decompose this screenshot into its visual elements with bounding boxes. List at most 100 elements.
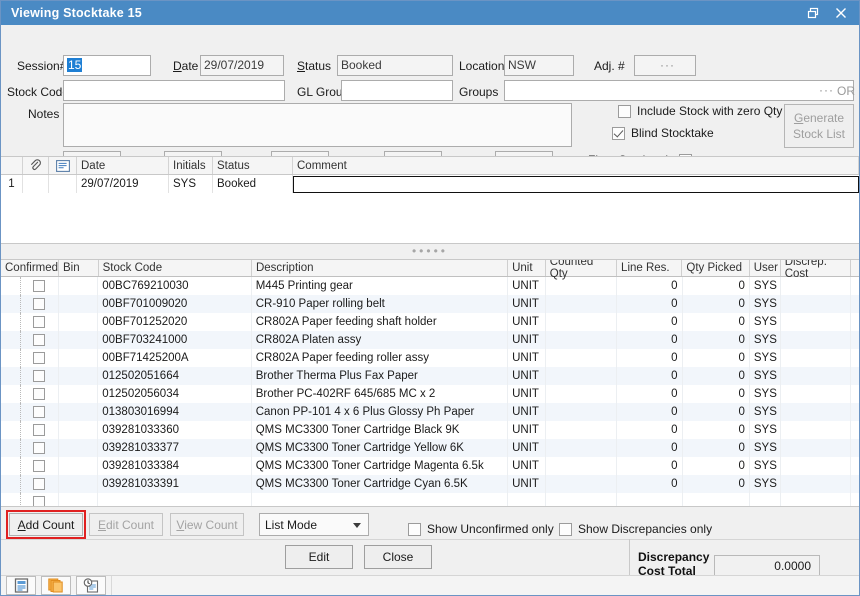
session-grid: Date Initials Status Comment 1 29/07/201… (1, 156, 859, 244)
mode-select[interactable]: List Mode (259, 513, 369, 536)
table-row[interactable] (1, 493, 859, 506)
table-row[interactable]: 012502056034Brother PC-402RF 645/685 MC … (1, 385, 859, 403)
copy-pages-icon[interactable] (41, 576, 71, 595)
table-row[interactable]: 012502051664Brother Therma Plus Fax Pape… (1, 367, 859, 385)
stock-code-input[interactable] (63, 80, 285, 101)
attachment-icon[interactable] (23, 157, 49, 174)
gl-group-input[interactable] (341, 80, 453, 101)
generate-stock-list-button[interactable]: Generate Stock List (784, 104, 854, 148)
row-drag-handle[interactable] (1, 349, 21, 367)
blind-stocktake-checkbox[interactable]: Blind Stocktake (612, 126, 714, 140)
note-icon[interactable] (49, 157, 77, 174)
session-col-date[interactable]: Date (77, 157, 169, 174)
add-count-label: Add Count (18, 518, 75, 532)
col-description[interactable]: Description (252, 260, 508, 276)
row-confirmed-checkbox[interactable] (21, 313, 59, 331)
col-user[interactable]: User (750, 260, 781, 276)
session-grid-row[interactable]: 1 29/07/2019 SYS Booked (1, 175, 859, 193)
col-unit[interactable]: Unit (508, 260, 546, 276)
groups-input[interactable] (504, 80, 854, 101)
session-grid-header: Date Initials Status Comment (1, 157, 859, 175)
cell-description: QMS MC3300 Toner Cartridge Black 9K (252, 421, 508, 439)
location-input[interactable]: NSW (504, 55, 574, 76)
session-row-note-cell[interactable] (49, 175, 77, 193)
view-count-button[interactable]: View Count (170, 513, 244, 536)
groups-ellipsis-icon[interactable]: ··· (819, 83, 834, 97)
session-col-initials[interactable]: Initials (169, 157, 213, 174)
table-row[interactable]: 00BF701009020CR-910 Paper rolling beltUN… (1, 295, 859, 313)
adj-ellipsis-icon[interactable]: ··· (660, 58, 675, 72)
history-icon[interactable] (76, 576, 106, 595)
row-confirmed-checkbox[interactable] (21, 493, 59, 506)
cell-user: SYS (750, 277, 781, 295)
row-drag-handle[interactable] (1, 457, 21, 475)
row-confirmed-checkbox[interactable] (21, 475, 59, 493)
row-filler-cell (851, 367, 859, 385)
col-bin[interactable]: Bin (59, 260, 99, 276)
notes-input[interactable] (63, 103, 572, 147)
col-line-res[interactable]: Line Res. (617, 260, 682, 276)
session-col-status[interactable]: Status (213, 157, 293, 174)
edit-count-button[interactable]: Edit Count (89, 513, 163, 536)
cell-description: QMS MC3300 Toner Cartridge Magenta 6.5k (252, 457, 508, 475)
table-row[interactable]: 00BF71425200ACR802A Paper feeding roller… (1, 349, 859, 367)
row-drag-handle[interactable] (1, 313, 21, 331)
table-row[interactable]: 039281033384QMS MC3300 Toner Cartridge M… (1, 457, 859, 475)
col-confirmed[interactable]: Confirmed (1, 260, 59, 276)
edit-button[interactable]: Edit (285, 545, 353, 569)
include-zero-qty-checkbox[interactable]: Include Stock with zero Qty (618, 104, 782, 118)
close-button[interactable]: Close (364, 545, 432, 569)
cell-user: SYS (750, 403, 781, 421)
cell-unit: UNIT (508, 277, 546, 295)
row-drag-handle[interactable] (1, 367, 21, 385)
document-icon[interactable] (6, 576, 36, 595)
confirmed-box (33, 424, 45, 436)
col-discrep-cost[interactable]: Discrep. Cost (781, 260, 851, 276)
row-confirmed-checkbox[interactable] (21, 403, 59, 421)
restore-window-button[interactable] (799, 2, 827, 24)
session-input[interactable]: 15 (63, 55, 151, 76)
row-confirmed-checkbox[interactable] (21, 277, 59, 295)
cell-bin (59, 349, 99, 367)
row-confirmed-checkbox[interactable] (21, 439, 59, 457)
table-row[interactable]: 013803016994Canon PP-101 4 x 6 Plus Glos… (1, 403, 859, 421)
table-row[interactable]: 039281033360QMS MC3300 Toner Cartridge B… (1, 421, 859, 439)
row-drag-handle[interactable] (1, 277, 21, 295)
row-drag-handle[interactable] (1, 493, 21, 506)
session-row-attachment-cell[interactable] (23, 175, 49, 193)
row-filler-cell (851, 313, 859, 331)
session-row-comment-input[interactable] (293, 176, 859, 193)
row-confirmed-checkbox[interactable] (21, 457, 59, 475)
table-row[interactable]: 00BF703241000CR802A Platen assyUNIT00SYS (1, 331, 859, 349)
row-confirmed-checkbox[interactable] (21, 349, 59, 367)
session-col-comment[interactable]: Comment (293, 157, 859, 174)
cell-counted-qty (546, 403, 617, 421)
show-discrepancies-checkbox[interactable]: Show Discrepancies only (559, 522, 712, 536)
table-row[interactable]: 00BF701252020CR802A Paper feeding shaft … (1, 313, 859, 331)
col-stock-code[interactable]: Stock Code (99, 260, 252, 276)
row-confirmed-checkbox[interactable] (21, 367, 59, 385)
status-input[interactable]: Booked (337, 55, 453, 76)
table-row[interactable]: 00BC769210030M445 Printing gearUNIT00SYS (1, 277, 859, 295)
col-qty-picked[interactable]: Qty Picked (682, 260, 749, 276)
row-drag-handle[interactable] (1, 439, 21, 457)
row-drag-handle[interactable] (1, 295, 21, 313)
grid-splitter[interactable]: ••••• (1, 244, 859, 258)
cell-user: SYS (750, 367, 781, 385)
row-drag-handle[interactable] (1, 331, 21, 349)
row-confirmed-checkbox[interactable] (21, 421, 59, 439)
row-confirmed-checkbox[interactable] (21, 295, 59, 313)
row-drag-handle[interactable] (1, 403, 21, 421)
row-drag-handle[interactable] (1, 385, 21, 403)
close-window-button[interactable] (827, 2, 855, 24)
col-counted-qty[interactable]: Counted Qty (546, 260, 617, 276)
row-drag-handle[interactable] (1, 475, 21, 493)
show-unconfirmed-checkbox[interactable]: Show Unconfirmed only (408, 522, 554, 536)
row-confirmed-checkbox[interactable] (21, 385, 59, 403)
row-drag-handle[interactable] (1, 421, 21, 439)
date-input[interactable]: 29/07/2019 (200, 55, 284, 76)
row-confirmed-checkbox[interactable] (21, 331, 59, 349)
add-count-button[interactable]: Add Count (9, 513, 83, 536)
table-row[interactable]: 039281033391QMS MC3300 Toner Cartridge C… (1, 475, 859, 493)
table-row[interactable]: 039281033377QMS MC3300 Toner Cartridge Y… (1, 439, 859, 457)
